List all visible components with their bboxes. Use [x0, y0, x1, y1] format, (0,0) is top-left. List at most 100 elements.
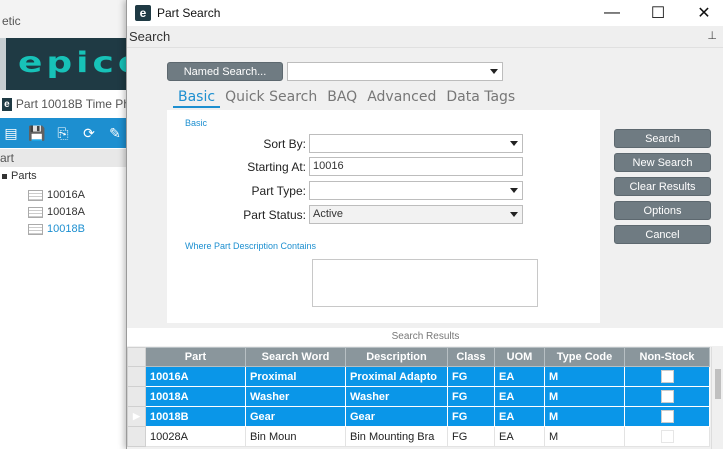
- row-indicator[interactable]: [127, 366, 146, 387]
- clear-brush-icon[interactable]: ✎: [106, 125, 124, 142]
- description-input[interactable]: [312, 259, 538, 307]
- cell-description[interactable]: Gear: [345, 406, 448, 427]
- dialog-titlebar[interactable]: e Part Search — ☐ ✕: [127, 0, 723, 26]
- tab-advanced[interactable]: Advanced: [362, 88, 441, 108]
- column-header-uom[interactable]: UOM: [494, 347, 545, 367]
- copy-icon[interactable]: ⎘: [54, 125, 72, 142]
- cell-non-stock[interactable]: [624, 426, 710, 447]
- cell-search-word[interactable]: Washer: [245, 386, 346, 407]
- cell-type-code[interactable]: M: [544, 426, 625, 447]
- background-toolbar: ▤ 💾 ⎘ ⟳ ✎: [0, 118, 130, 148]
- non-stock-checkbox[interactable]: [660, 410, 674, 423]
- cell-description[interactable]: Washer: [345, 386, 448, 407]
- scrollbar-thumb[interactable]: [715, 369, 721, 399]
- cell-uom[interactable]: EA: [494, 366, 545, 387]
- cell-search-word[interactable]: Proximal: [245, 366, 346, 387]
- maximize-icon[interactable]: ☐: [635, 0, 681, 26]
- options-button[interactable]: Options: [614, 201, 711, 220]
- cell-type-code[interactable]: M: [544, 406, 625, 427]
- cell-type-code[interactable]: M: [544, 386, 625, 407]
- chevron-down-icon: [510, 141, 518, 146]
- cell-description[interactable]: Proximal Adapto: [345, 366, 448, 387]
- results-grid: Part Search Word Description Class UOM T…: [127, 347, 723, 447]
- results-scrollbar[interactable]: [711, 347, 723, 449]
- cell-uom[interactable]: EA: [494, 406, 545, 427]
- tree-item[interactable]: 10018A: [0, 204, 130, 220]
- toolbar-new-icon[interactable]: ▤: [2, 125, 20, 142]
- panel-title: Search: [129, 29, 171, 44]
- column-header-search-word[interactable]: Search Word: [245, 347, 346, 367]
- non-stock-checkbox[interactable]: [660, 390, 674, 403]
- non-stock-checkbox[interactable]: [660, 430, 674, 443]
- cell-search-word[interactable]: Bin Moun: [245, 426, 346, 447]
- search-panel-header: Search ⊥: [127, 26, 723, 48]
- background-title: etic: [0, 0, 129, 40]
- cell-class[interactable]: FG: [447, 366, 495, 387]
- save-icon[interactable]: 💾: [28, 125, 46, 142]
- pin-icon[interactable]: ⊥: [707, 29, 717, 42]
- named-search-button[interactable]: Named Search...: [167, 62, 283, 81]
- tab-quick-search[interactable]: Quick Search: [220, 88, 322, 108]
- tree-item[interactable]: 10018B: [0, 221, 130, 237]
- table-row[interactable]: 10018A Washer Washer FG EA M: [127, 386, 710, 407]
- table-row[interactable]: ▶ 10018B Gear Gear FG EA M: [127, 406, 710, 427]
- cell-part[interactable]: 10018B: [145, 406, 246, 427]
- clear-results-button[interactable]: Clear Results: [614, 177, 711, 196]
- action-buttons: Search New Search Clear Results Options …: [614, 129, 711, 244]
- starting-at-input[interactable]: 10016: [309, 157, 523, 176]
- column-header-description[interactable]: Description: [345, 347, 448, 367]
- part-node-icon: [28, 223, 43, 235]
- column-header-part[interactable]: Part: [145, 347, 246, 367]
- cell-uom[interactable]: EA: [494, 386, 545, 407]
- row-indicator[interactable]: [127, 426, 146, 447]
- column-header-class[interactable]: Class: [447, 347, 495, 367]
- search-tabs: Basic Quick Search BAQ Advanced Data Tag…: [173, 88, 520, 108]
- column-header-type-code[interactable]: Type Code: [544, 347, 625, 367]
- tree-item-label: 10016A: [47, 189, 85, 201]
- named-search-row: Named Search...: [167, 62, 503, 81]
- minimize-icon[interactable]: —: [589, 0, 635, 26]
- row-indicator-header: [127, 347, 146, 367]
- cell-non-stock[interactable]: [624, 406, 710, 427]
- new-search-button[interactable]: New Search: [614, 153, 711, 172]
- tab-basic[interactable]: Basic: [173, 88, 221, 108]
- non-stock-checkbox[interactable]: [660, 370, 674, 383]
- cell-type-code[interactable]: M: [544, 366, 625, 387]
- cell-search-word[interactable]: Gear: [245, 406, 346, 427]
- sort-by-row: Sort By:: [167, 134, 523, 153]
- cell-description[interactable]: Bin Mounting Bra: [345, 426, 448, 447]
- table-row[interactable]: 10016A Proximal Proximal Adapto FG EA M: [127, 366, 710, 387]
- part-status-select[interactable]: Active: [309, 205, 523, 224]
- part-type-label: Part Type:: [251, 183, 306, 198]
- table-row[interactable]: 10028A Bin Moun Bin Mounting Bra FG EA M: [127, 426, 710, 447]
- cancel-button[interactable]: Cancel: [614, 225, 711, 244]
- description-label: Where Part Description Contains: [185, 241, 317, 251]
- cell-part[interactable]: 10016A: [145, 366, 246, 387]
- tab-baq[interactable]: BAQ: [322, 88, 362, 108]
- refresh-icon[interactable]: ⟳: [80, 125, 98, 142]
- cell-part[interactable]: 10018A: [145, 386, 246, 407]
- row-indicator[interactable]: [127, 386, 146, 407]
- cell-class[interactable]: FG: [447, 386, 495, 407]
- column-header-non-stock[interactable]: Non-Stock: [624, 347, 710, 367]
- cell-non-stock[interactable]: [624, 366, 710, 387]
- cell-uom[interactable]: EA: [494, 426, 545, 447]
- sort-by-select[interactable]: [309, 134, 523, 153]
- brand-banner: epico: [0, 38, 143, 90]
- tree-item[interactable]: 10016A: [0, 187, 130, 203]
- dialog-title: Part Search: [157, 6, 221, 20]
- cell-non-stock[interactable]: [624, 386, 710, 407]
- cell-class[interactable]: FG: [447, 406, 495, 427]
- search-button[interactable]: Search: [614, 129, 711, 148]
- tab-data-tags[interactable]: Data Tags: [441, 88, 520, 108]
- close-icon[interactable]: ✕: [681, 0, 723, 26]
- tree-expand-icon[interactable]: [2, 173, 7, 179]
- row-indicator[interactable]: ▶: [127, 406, 146, 427]
- cell-class[interactable]: FG: [447, 426, 495, 447]
- chevron-down-icon: [490, 69, 498, 74]
- cell-part[interactable]: 10028A: [145, 426, 246, 447]
- part-type-select[interactable]: [309, 181, 523, 200]
- tree-item-label: 10018B: [47, 223, 85, 235]
- named-search-select[interactable]: [287, 62, 503, 81]
- tree-root[interactable]: Parts: [0, 170, 130, 186]
